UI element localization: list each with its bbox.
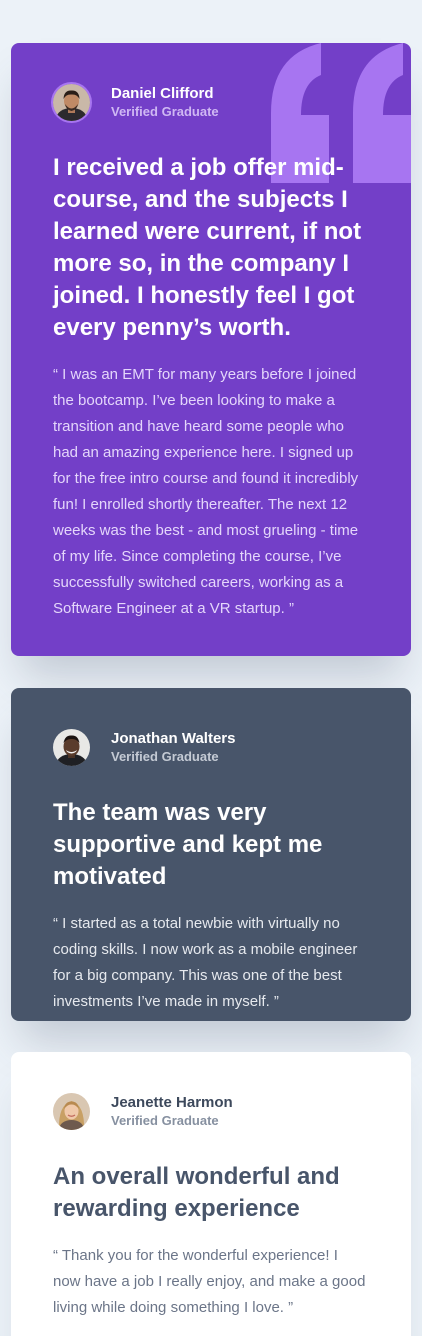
person-name: Daniel Clifford [111, 85, 214, 102]
testimonial-headline: An overall wonderful and rewarding exper… [53, 1163, 340, 1222]
person-header: Jonathan Walters Verified Graduate [53, 728, 369, 766]
testimonial-card-jeanette: Jeanette Harmon Verified Graduate An ove… [11, 1052, 411, 1336]
person-text: Jeanette Harmon Verified Graduate [111, 1093, 233, 1129]
person-role: Verified Graduate [111, 749, 219, 764]
testimonial-quote: “ I started as a total newbie with virtu… [53, 915, 358, 1010]
testimonial-card-jonathan: Jonathan Walters Verified Graduate The t… [11, 688, 411, 1021]
person-text: Daniel Clifford Verified Graduate [111, 84, 219, 120]
avatar-jonathan-icon [53, 728, 90, 766]
avatar-daniel-icon [53, 83, 90, 121]
testimonial-card-daniel: Daniel Clifford Verified Graduate I rece… [11, 43, 411, 656]
testimonial-quote: “ I was an EMT for many years before I j… [53, 366, 359, 617]
person-role: Verified Graduate [111, 104, 219, 119]
person-header: Jeanette Harmon Verified Graduate [53, 1092, 369, 1130]
avatar-jeanette-icon [53, 1092, 90, 1130]
person-role: Verified Graduate [111, 1113, 219, 1128]
testimonial-quote: “ Thank you for the wonderful experience… [53, 1247, 366, 1316]
person-name: Jonathan Walters [111, 730, 236, 747]
testimonials-page: Daniel Clifford Verified Graduate I rece… [0, 0, 422, 1336]
person-text: Jonathan Walters Verified Graduate [111, 729, 235, 765]
testimonial-headline: The team was very supportive and kept me… [53, 799, 323, 890]
testimonial-headline: I received a job offer mid-course, and t… [53, 154, 362, 341]
person-header: Daniel Clifford Verified Graduate [53, 83, 369, 121]
person-name: Jeanette Harmon [111, 1094, 233, 1111]
